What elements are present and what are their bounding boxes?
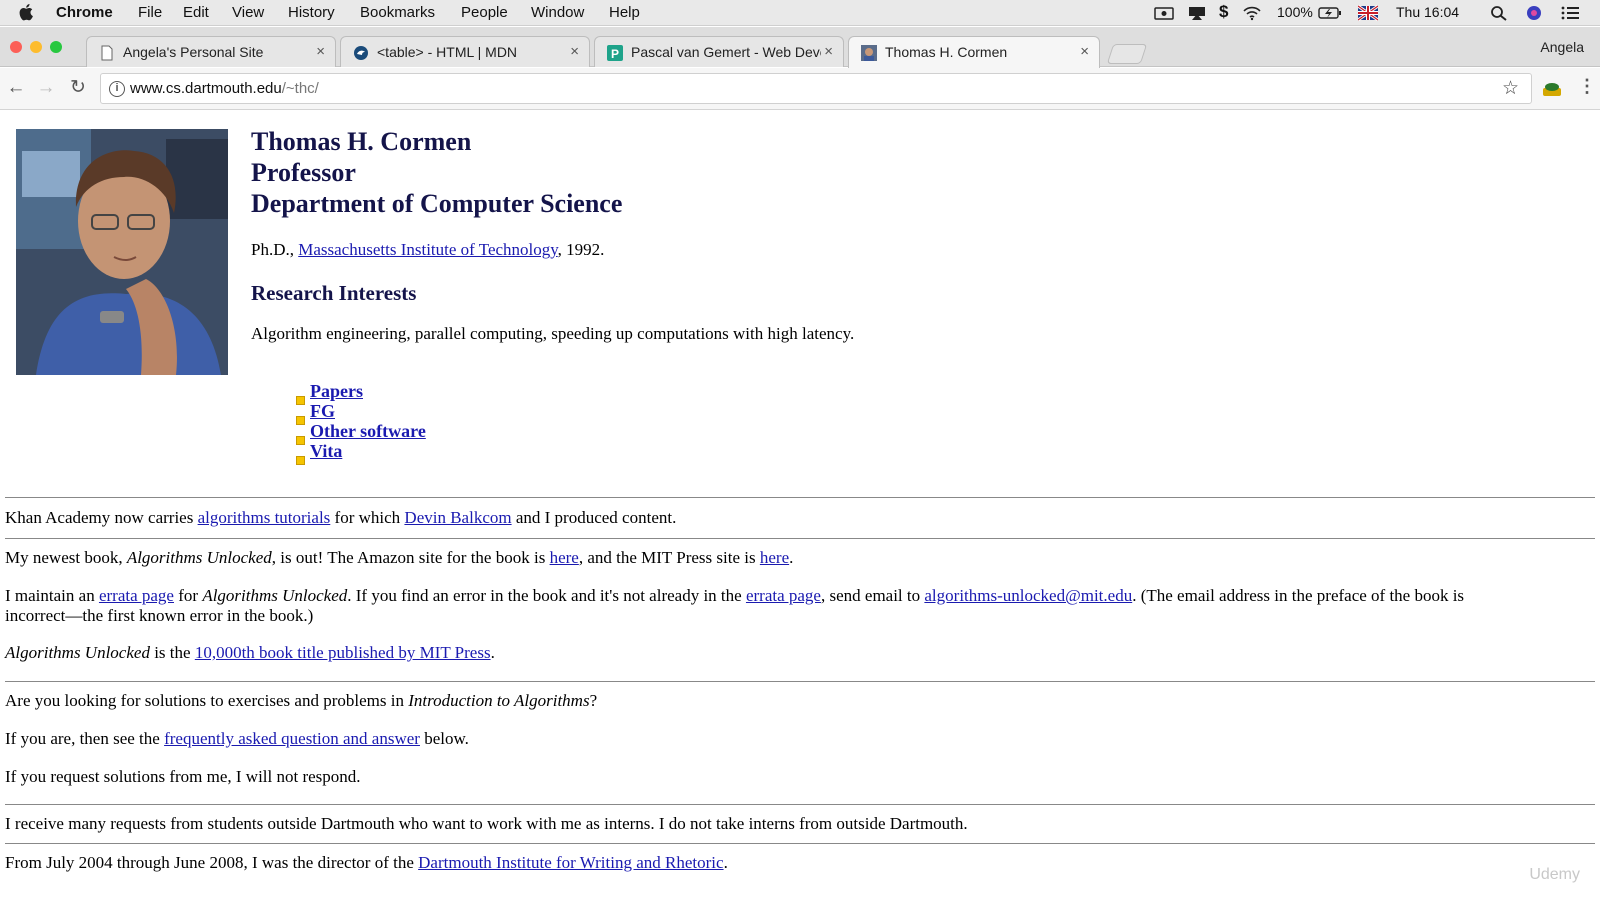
notification-center-icon[interactable] [1560,5,1580,21]
close-tab-icon[interactable]: × [316,43,325,60]
macos-menu-bar: Chrome File Edit View History Bookmarks … [0,0,1600,26]
bullet-icon [296,396,305,405]
vita-link[interactable]: Vita [310,441,342,462]
p-icon: P [607,45,623,61]
divider [5,538,1595,539]
algorithms-tutorials-link[interactable]: algorithms tutorials [198,508,331,527]
profile-photo [16,129,228,375]
divider [5,843,1595,844]
mdn-icon [354,46,368,60]
extension-icon[interactable] [1542,81,1562,97]
close-window-button[interactable] [10,41,22,53]
document-icon [101,45,113,61]
research-text: Algorithm engineering, parallel computin… [251,324,855,343]
screen-record-icon[interactable] [1154,5,1174,21]
errata-paragraph: I maintain an errata page for Algorithms… [5,586,1465,605]
mit-link[interactable]: Massachusetts Institute of Technology [298,240,557,259]
portrait-icon [861,45,877,61]
menu-file[interactable]: File [138,4,162,21]
dollar-icon[interactable]: $ [1219,2,1228,22]
close-tab-icon[interactable]: × [824,43,833,60]
browser-toolbar: ← → ↻ i www.cs.dartmouth.edu/~thc/ ☆ ⋮ [0,68,1600,110]
fg-link[interactable]: FG [310,401,335,422]
phd-line: Ph.D., Massachusetts Institute of Techno… [251,240,605,259]
tab-title: Thomas H. Cormen [885,44,1008,60]
papers-link[interactable]: Papers [310,381,363,402]
new-tab-button[interactable] [1106,44,1148,64]
email-link[interactable]: algorithms-unlocked@mit.edu [924,586,1132,605]
airplay-icon[interactable] [1187,5,1207,21]
menu-history[interactable]: History [288,4,335,21]
faq-paragraph: If you are, then see the frequently aske… [5,729,469,748]
tab-angelas-site[interactable]: Angela's Personal Site × [86,36,336,67]
svg-text:P: P [611,47,619,61]
uk-flag-icon[interactable] [1358,5,1378,21]
minimize-window-button[interactable] [30,41,42,53]
research-heading: Research Interests [251,281,417,305]
divider [5,681,1595,682]
tab-mdn-table[interactable]: <table> - HTML | MDN × [340,36,590,67]
web-page: Thomas H. Cormen Professor Department of… [0,111,1600,900]
other-software-link[interactable]: Other software [310,421,426,442]
zoom-window-button[interactable] [50,41,62,53]
amazon-here-link[interactable]: here [550,548,579,567]
close-tab-icon[interactable]: × [1080,43,1089,60]
url-text[interactable]: www.cs.dartmouth.edu/~thc/ [130,80,319,97]
chrome-menu-icon[interactable]: ⋮ [1578,76,1596,97]
menu-app-name[interactable]: Chrome [56,4,113,21]
page-title-dept: Department of Computer Science [251,189,623,218]
info-icon[interactable]: i [109,81,125,97]
khan-paragraph: Khan Academy now carries algorithms tuto… [5,508,677,527]
page-title-name: Thomas H. Cormen [251,127,472,156]
udemy-watermark: Udemy [1529,866,1580,883]
writing-rhetoric-link[interactable]: Dartmouth Institute for Writing and Rhet… [418,853,723,872]
menu-view[interactable]: View [232,4,264,21]
spotlight-search-icon[interactable] [1489,5,1509,21]
battery-icon[interactable] [1318,5,1342,21]
apple-logo-icon[interactable] [19,3,35,21]
menu-help[interactable]: Help [609,4,640,21]
tab-title: Angela's Personal Site [123,44,264,60]
interns-paragraph: I receive many requests from students ou… [5,814,968,833]
solutions-paragraph: Are you looking for solutions to exercis… [5,691,598,710]
mit-press-here-link[interactable]: here [760,548,789,567]
bullet-icon [296,456,305,465]
errata-paragraph-line2: incorrect—the first known error in the b… [5,606,314,625]
mit-press-10000th-link[interactable]: 10,000th book title published by MIT Pre… [195,643,491,662]
address-bar[interactable]: i www.cs.dartmouth.edu/~thc/ ☆ [100,73,1532,104]
menu-people[interactable]: People [461,4,508,21]
errata-page-link[interactable]: errata page [99,586,174,605]
book-paragraph: My newest book, Algorithms Unlocked, is … [5,548,794,567]
tab-pascal[interactable]: P Pascal van Gemert - Web Deve × [594,36,844,67]
bullet-icon [296,416,305,425]
tab-title: Pascal van Gemert - Web Deve [631,44,821,60]
tab-title: <table> - HTML | MDN [377,44,518,60]
menu-bookmarks[interactable]: Bookmarks [360,4,435,21]
writing-paragraph: From July 2004 through June 2008, I was … [5,853,728,872]
back-arrow-icon[interactable]: ← [5,77,27,99]
tab-thomas-cormen[interactable]: Thomas H. Cormen × [848,36,1100,68]
devin-balkcom-link[interactable]: Devin Balkcom [404,508,511,527]
menu-window[interactable]: Window [531,4,584,21]
reload-icon[interactable]: ↻ [67,77,89,99]
bullet-icon [296,436,305,445]
no-respond-paragraph: If you request solutions from me, I will… [5,767,361,786]
tab-strip: Angela's Personal Site × <table> - HTML … [0,27,1600,68]
profile-name[interactable]: Angela [1540,39,1584,55]
errata-page-link-2[interactable]: errata page [746,586,821,605]
faq-link[interactable]: frequently asked question and answer [164,729,420,748]
divider [5,804,1595,805]
mit-press-paragraph: Algorithms Unlocked is the 10,000th book… [5,643,495,662]
page-title-role: Professor [251,158,356,187]
divider [5,497,1595,498]
clock[interactable]: Thu 16:04 [1396,4,1459,20]
forward-arrow-icon[interactable]: → [35,77,57,99]
menu-edit[interactable]: Edit [183,4,209,21]
bookmark-star-icon[interactable]: ☆ [1502,77,1519,100]
siri-icon[interactable] [1524,5,1544,21]
wifi-icon[interactable] [1242,5,1262,21]
close-tab-icon[interactable]: × [570,43,579,60]
battery-percent: 100% [1277,4,1313,20]
